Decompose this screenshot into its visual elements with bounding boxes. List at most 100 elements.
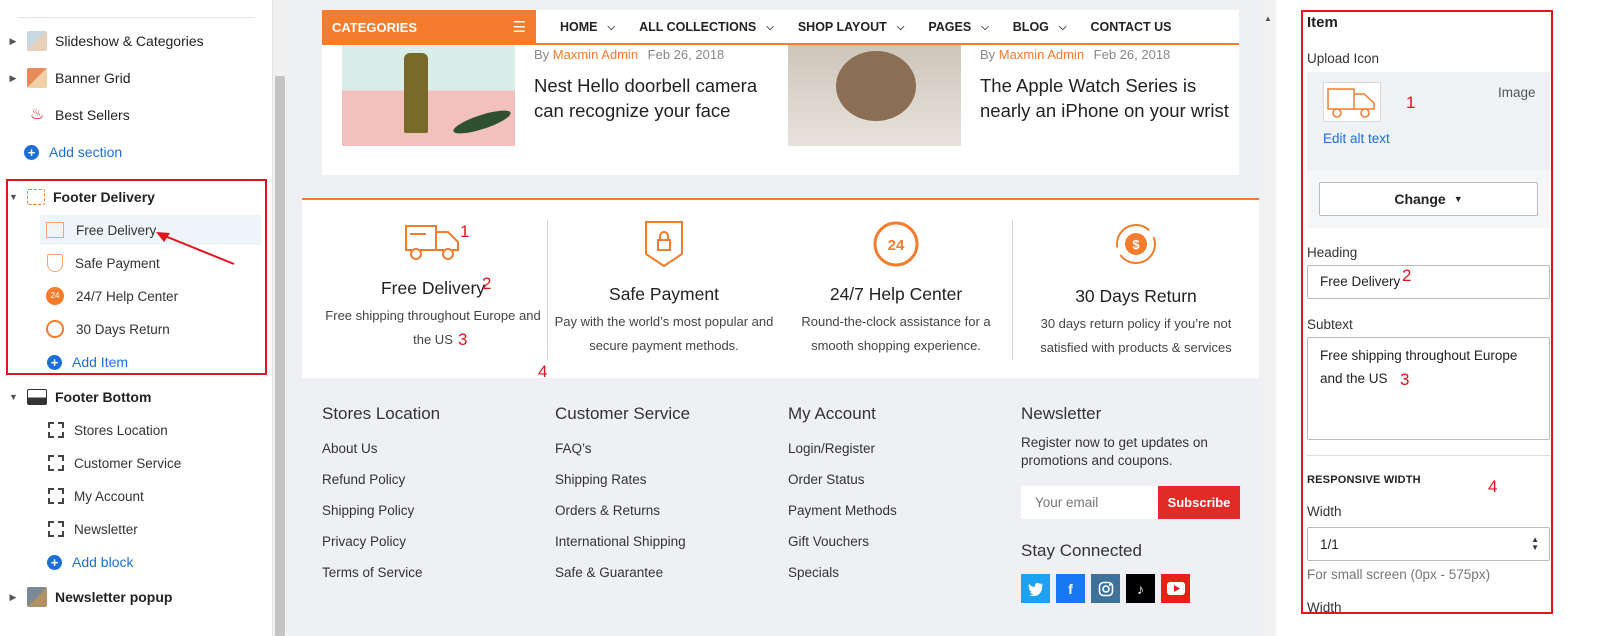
- footer-heading: Customer Service: [555, 404, 691, 423]
- footer-link[interactable]: Login/Register: [788, 441, 897, 472]
- add-circle-icon: +: [47, 554, 62, 570]
- nav-home[interactable]: HOME ⌵: [560, 20, 615, 34]
- footer-link[interactable]: Gift Vouchers: [788, 534, 897, 565]
- add-circle-icon: +: [24, 144, 39, 160]
- nav-contact-us[interactable]: CONTACT US: [1090, 20, 1171, 34]
- sidebar-item-label: Slideshow & Categories: [55, 33, 204, 49]
- annotation-box-right: [1301, 10, 1553, 614]
- sidebar-section-slideshow[interactable]: ▶ Slideshow & Categories: [0, 26, 262, 56]
- youtube-icon[interactable]: [1161, 574, 1190, 603]
- delivery-subtext: Pay with the world’s most popular and se…: [548, 310, 780, 358]
- sidebar-section-banner-grid[interactable]: ▶ Banner Grid: [0, 63, 262, 93]
- footer-col-newsletter: Newsletter Register now to get updates o…: [1021, 404, 1251, 603]
- sidebar-section-footer-bottom[interactable]: ▼ Footer Bottom: [0, 382, 262, 412]
- post-author-link[interactable]: Maxmin Admin: [553, 47, 638, 62]
- newsletter-text: Register now to get updates on promotion…: [1021, 434, 1251, 470]
- footer-heading: Newsletter: [1021, 404, 1102, 423]
- categories-label: CATEGORIES: [332, 19, 417, 35]
- footer-link[interactable]: Safe & Guarantee: [555, 565, 690, 596]
- post-title-link[interactable]: The Apple Watch Series is nearly an iPho…: [980, 73, 1229, 123]
- sidebar-item-label: Customer Service: [74, 455, 182, 471]
- preview-scrollbar[interactable]: ▲: [1260, 0, 1276, 636]
- sidebar-scrollbar[interactable]: [272, 0, 286, 636]
- footer-heading: Stores Location: [322, 404, 441, 423]
- scroll-up-icon[interactable]: ▲: [1264, 14, 1272, 23]
- sidebar-section-newsletter-popup[interactable]: ▶ Newsletter popup: [0, 582, 262, 612]
- annotation-box-left: [6, 179, 267, 375]
- delivery-item[interactable]: 24 24/7 Help Center Round-the-clock assi…: [780, 200, 1012, 380]
- nav-blog[interactable]: BLOG ⌵: [1013, 20, 1067, 34]
- sidebar-item-label: Stores Location: [74, 422, 168, 438]
- post-image[interactable]: [788, 45, 961, 146]
- footer-link[interactable]: Shipping Rates: [555, 472, 690, 503]
- footer-link[interactable]: Terms of Service: [322, 565, 440, 596]
- nav-label: HOME: [560, 20, 598, 34]
- nav-label: PAGES: [928, 20, 972, 34]
- footer-link[interactable]: Privacy Policy: [322, 534, 440, 565]
- post-author-link[interactable]: Maxmin Admin: [999, 47, 1084, 62]
- delivery-heading: Free Delivery: [380, 278, 486, 298]
- post-image[interactable]: [342, 45, 515, 146]
- delivery-heading: 30 Days Return: [1075, 286, 1197, 306]
- nav-label: CONTACT US: [1090, 20, 1172, 34]
- nav-all-collections[interactable]: ALL COLLECTIONS ⌵: [639, 20, 774, 34]
- hamburger-icon: ☰: [512, 19, 526, 36]
- sidebar-scroll-thumb[interactable]: [275, 76, 285, 636]
- footer-link[interactable]: Orders & Returns: [555, 503, 690, 534]
- sidebar-item-customer-service[interactable]: Customer Service: [40, 448, 261, 478]
- caret-right-icon[interactable]: ▶: [9, 592, 17, 603]
- footer-link[interactable]: FAQ’s: [555, 441, 690, 472]
- caret-right-icon[interactable]: ▶: [9, 73, 17, 84]
- delivery-subtext-line: secure payment methods.: [589, 338, 739, 353]
- categories-menu-button[interactable]: CATEGORIES ☰: [322, 10, 536, 44]
- footer-link[interactable]: About Us: [322, 441, 440, 472]
- footer-link[interactable]: International Shipping: [555, 534, 690, 565]
- footer-link[interactable]: Order Status: [788, 472, 897, 503]
- sidebar-item-my-account[interactable]: My Account: [40, 481, 261, 511]
- footer-link[interactable]: Payment Methods: [788, 503, 897, 534]
- post-meta: By Maxmin Admin Feb 26, 2018: [534, 47, 724, 62]
- subscribe-button[interactable]: Subscribe: [1158, 486, 1240, 519]
- add-section-button[interactable]: + Add section: [24, 137, 272, 167]
- delivery-subtext-line: smooth shopping experience.: [811, 338, 981, 353]
- social-links: f ♪: [1021, 574, 1251, 603]
- annotation-arrow-icon: [156, 232, 235, 265]
- caret-down-icon[interactable]: ▼: [9, 392, 18, 402]
- delivery-item[interactable]: $ 30 Days Return 30 days return policy i…: [1013, 200, 1259, 380]
- delivery-subtext: Free shipping throughout Europe and the …: [302, 304, 564, 352]
- post-title-line: Nest Hello doorbell camera: [534, 75, 758, 96]
- sidebar-item-label: My Account: [74, 488, 144, 504]
- delivery-heading: 24/7 Help Center: [829, 284, 963, 304]
- delivery-item[interactable]: Free Delivery Free shipping throughout E…: [302, 200, 564, 380]
- add-block-button[interactable]: + Add block: [47, 547, 272, 577]
- block-icon: [48, 422, 64, 438]
- instagram-icon[interactable]: [1091, 574, 1120, 603]
- footer-link[interactable]: Shipping Policy: [322, 503, 440, 534]
- blog-posts: By Maxmin Admin Feb 26, 2018 Nest Hello …: [322, 45, 1239, 175]
- sidebar-item-newsletter[interactable]: Newsletter: [40, 514, 261, 544]
- newsletter-email-input[interactable]: [1021, 486, 1158, 519]
- yarn-basket-image: [836, 51, 916, 121]
- caret-right-icon[interactable]: ▶: [9, 36, 17, 47]
- twitter-icon[interactable]: [1021, 574, 1050, 603]
- svg-text:24: 24: [888, 237, 905, 254]
- sidebar-divider: [18, 17, 255, 18]
- post-title-link[interactable]: Nest Hello doorbell camera can recognize…: [534, 73, 757, 123]
- post-meta: By Maxmin Admin Feb 26, 2018: [980, 47, 1170, 62]
- main-navigation: CATEGORIES ☰ HOME ⌵ ALL COLLECTIONS ⌵ SHOP…: [322, 10, 1239, 44]
- post-date: Feb 26, 2018: [647, 47, 725, 62]
- sidebar-section-best-sellers[interactable]: ♨ Best Sellers: [0, 100, 262, 130]
- block-icon: [48, 455, 64, 471]
- tiktok-icon[interactable]: ♪: [1126, 574, 1155, 603]
- sidebar-item-label: Banner Grid: [55, 70, 131, 86]
- delivery-item[interactable]: Safe Payment Pay with the world’s most p…: [548, 200, 780, 380]
- sidebar-item-stores-location[interactable]: Stores Location: [40, 415, 261, 445]
- facebook-icon[interactable]: f: [1056, 574, 1085, 603]
- add-section-label: Add section: [49, 144, 123, 160]
- footer-link[interactable]: Refund Policy: [322, 472, 440, 503]
- nav-shop-layout[interactable]: SHOP LAYOUT ⌵: [798, 20, 905, 34]
- nav-pages[interactable]: PAGES ⌵: [928, 20, 988, 34]
- footer-link[interactable]: Specials: [788, 565, 897, 596]
- delivery-subtext: 30 days return policy if you’re not sati…: [1013, 312, 1259, 360]
- post-title-line: can recognize your face: [534, 100, 731, 121]
